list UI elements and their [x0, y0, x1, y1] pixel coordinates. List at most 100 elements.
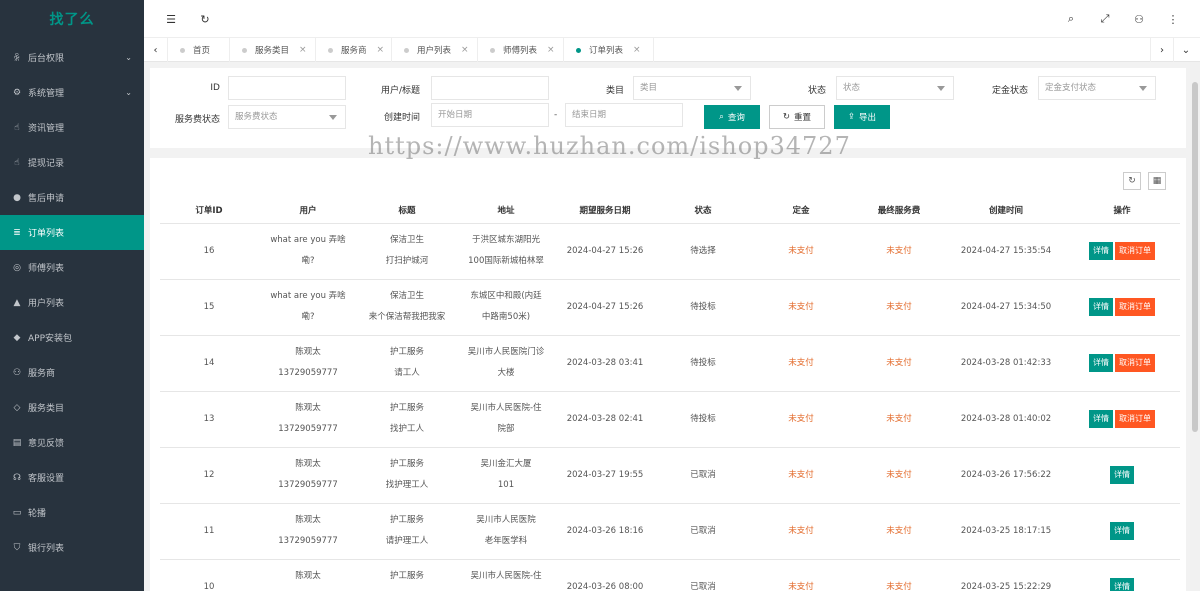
deposit-select[interactable]: 定金支付状态	[1038, 76, 1156, 100]
more-icon[interactable]: ⋮	[1166, 12, 1180, 26]
cell-order-id: 13	[160, 391, 258, 448]
menu-toggle-icon[interactable]: ☰	[164, 12, 178, 26]
column-header: 用户	[258, 198, 358, 224]
fullscreen-icon[interactable]: ⤢	[1098, 12, 1112, 26]
sidebar-item-5[interactable]: ≣ 订单列表	[0, 215, 144, 250]
cell-order-id: 15	[160, 279, 258, 336]
scrollbar-thumb[interactable]	[1192, 82, 1198, 432]
cell-user: 陈观太 13729059777	[258, 503, 358, 560]
tab-0[interactable]: 首页	[168, 38, 230, 62]
cell-user: what are you 弄啥 嘞?	[258, 279, 358, 336]
sidebar-item-7[interactable]: ▲ 用户列表	[0, 285, 144, 320]
cell-expected-date: 2024-03-27 19:55	[556, 447, 654, 504]
tab-bar: ‹ 首页 服务类目 × 服务商 × 用户列表 × 师傅列表 × 订单列表 × › ⌄	[144, 38, 1200, 62]
hand-icon: ☝	[14, 122, 20, 133]
sidebar-item-1[interactable]: ⚙ 系统管理 ⌄	[0, 75, 144, 110]
export-button[interactable]: ⇪ 导出	[834, 105, 890, 129]
tab-2[interactable]: 服务商 ×	[316, 38, 392, 62]
cell-created-at: 2024-03-26 17:56:22	[948, 447, 1064, 504]
column-toggle-icon[interactable]: ▦	[1148, 172, 1166, 190]
refresh-icon[interactable]: ↻	[198, 12, 212, 26]
cell-status: 待投标	[654, 335, 752, 392]
page-scrollbar[interactable]	[1190, 62, 1200, 591]
sidebar-item-0[interactable]: ꆜ 后台权限 ⌄	[0, 40, 144, 75]
cell-address-line: 吴川市人民医院门诊	[467, 347, 545, 357]
status-select[interactable]: 状态	[836, 76, 954, 100]
sidebar-item-8[interactable]: ◆ APP安装包	[0, 320, 144, 355]
search-button-label: 查询	[727, 113, 745, 123]
sidebar-item-12[interactable]: ☊ 客服设置	[0, 460, 144, 495]
close-icon[interactable]: ×	[547, 45, 555, 55]
tab-menu-icon[interactable]: ⌄	[1174, 38, 1198, 62]
sidebar-item-4[interactable]: ● 售后申请	[0, 180, 144, 215]
tab-3[interactable]: 用户列表 ×	[392, 38, 478, 62]
cell-deposit: 未支付	[752, 447, 850, 504]
cell-address: 吴川市人民医院-住院部	[456, 391, 556, 448]
sidebar-item-9[interactable]: ⚇ 服务商	[0, 355, 144, 390]
start-date-input[interactable]: 开始日期	[431, 103, 549, 127]
close-icon[interactable]: ×	[461, 45, 469, 55]
tab-label: 服务类目	[255, 46, 290, 56]
detail-button[interactable]: 详情	[1110, 465, 1134, 484]
search-button[interactable]: ⌕ 查询	[704, 105, 760, 129]
sidebar-item-10[interactable]: ◇ 服务类目	[0, 390, 144, 425]
cell-address: 于洪区城东湖阳光 100国际新城柏林翠	[456, 223, 556, 280]
cycle-icon: ◎	[13, 262, 21, 273]
cancel-order-button[interactable]: 取消订单	[1115, 409, 1155, 428]
cancel-order-button[interactable]: 取消订单	[1115, 241, 1155, 260]
tab-next-icon[interactable]: ›	[1150, 38, 1174, 62]
end-date-input[interactable]: 结束日期	[565, 103, 683, 127]
cell-title: 护工服务 请工人	[358, 335, 456, 392]
cell-title: 保洁卫生 来个保洁帮我把我家	[358, 279, 456, 336]
close-icon[interactable]: ×	[633, 45, 641, 55]
id-input[interactable]	[228, 76, 346, 100]
user-title-input[interactable]	[431, 76, 549, 100]
table-refresh-icon[interactable]: ↻	[1123, 172, 1141, 190]
cell-address-line: 中路南50米)	[481, 312, 531, 322]
gear-icon: ⚙	[12, 87, 22, 98]
detail-button[interactable]: 详情	[1089, 409, 1113, 428]
sidebar-item-label: 师傅列表	[28, 264, 65, 274]
close-icon[interactable]: ×	[377, 45, 385, 55]
tab-4[interactable]: 师傅列表 ×	[478, 38, 564, 62]
tab-5[interactable]: 订单列表 ×	[564, 38, 654, 62]
close-icon[interactable]: ×	[299, 45, 307, 55]
cell-address-line: 吴川市人民医院-住	[470, 403, 542, 413]
user-icon[interactable]: ⚇	[1132, 12, 1146, 26]
tab-1[interactable]: 服务类目 ×	[230, 38, 316, 62]
cell-actions: 详情 取消订单	[1064, 335, 1180, 392]
detail-button[interactable]: 详情	[1089, 241, 1113, 260]
cell-user-line: 13729059777	[258, 587, 358, 591]
cell-title: 护工服务找护理工	[358, 559, 456, 591]
fee-select[interactable]: 服务费状态	[228, 105, 346, 129]
cell-user-line: 13729059777	[278, 424, 338, 434]
cell-address-line: 于洪区城东湖阳光	[471, 235, 540, 245]
date-range-separator: -	[554, 110, 558, 120]
cell-title-line: 保洁卫生	[389, 235, 424, 245]
sidebar-item-6[interactable]: ◎ 师傅列表	[0, 250, 144, 285]
sidebar-item-11[interactable]: ▤ 意见反馈	[0, 425, 144, 460]
sidebar-item-3[interactable]: ☝ 提现记录	[0, 145, 144, 180]
cell-created-at: 2024-03-25 18:17:15	[948, 503, 1064, 560]
reset-button[interactable]: ↻ 重置	[769, 105, 825, 129]
chevron-down-icon: ⌄	[125, 88, 132, 97]
search-icon[interactable]: ⌕	[1064, 12, 1078, 26]
detail-button[interactable]: 详情	[1110, 577, 1134, 591]
cancel-order-button[interactable]: 取消订单	[1115, 353, 1155, 372]
cell-address-line: 吴川市人民医院	[476, 515, 536, 525]
sidebar-item-2[interactable]: ☝ 资讯管理	[0, 110, 144, 145]
detail-button[interactable]: 详情	[1089, 297, 1113, 316]
detail-button[interactable]: 详情	[1089, 353, 1113, 372]
sidebar-item-13[interactable]: ▭ 轮播	[0, 495, 144, 530]
detail-button[interactable]: 详情	[1110, 521, 1134, 540]
cell-deposit: 未支付	[752, 279, 850, 336]
category-select[interactable]: 类目	[633, 76, 751, 100]
table-row: 13 陈观太 13729059777 护工服务 找护工人 吴川市人民医院-住 院部 2024-…	[160, 391, 1180, 448]
diamond-icon: ◇	[13, 402, 21, 413]
cell-user-line: 13729059777	[278, 480, 338, 490]
cell-user-line: 13729059777	[278, 536, 338, 546]
cancel-order-button[interactable]: 取消订单	[1115, 297, 1155, 316]
sidebar-item-14[interactable]: ⛉ 银行列表	[0, 530, 144, 565]
tab-prev-icon[interactable]: ‹	[144, 38, 168, 62]
cell-user-line: what are you 弄啥	[270, 291, 346, 301]
